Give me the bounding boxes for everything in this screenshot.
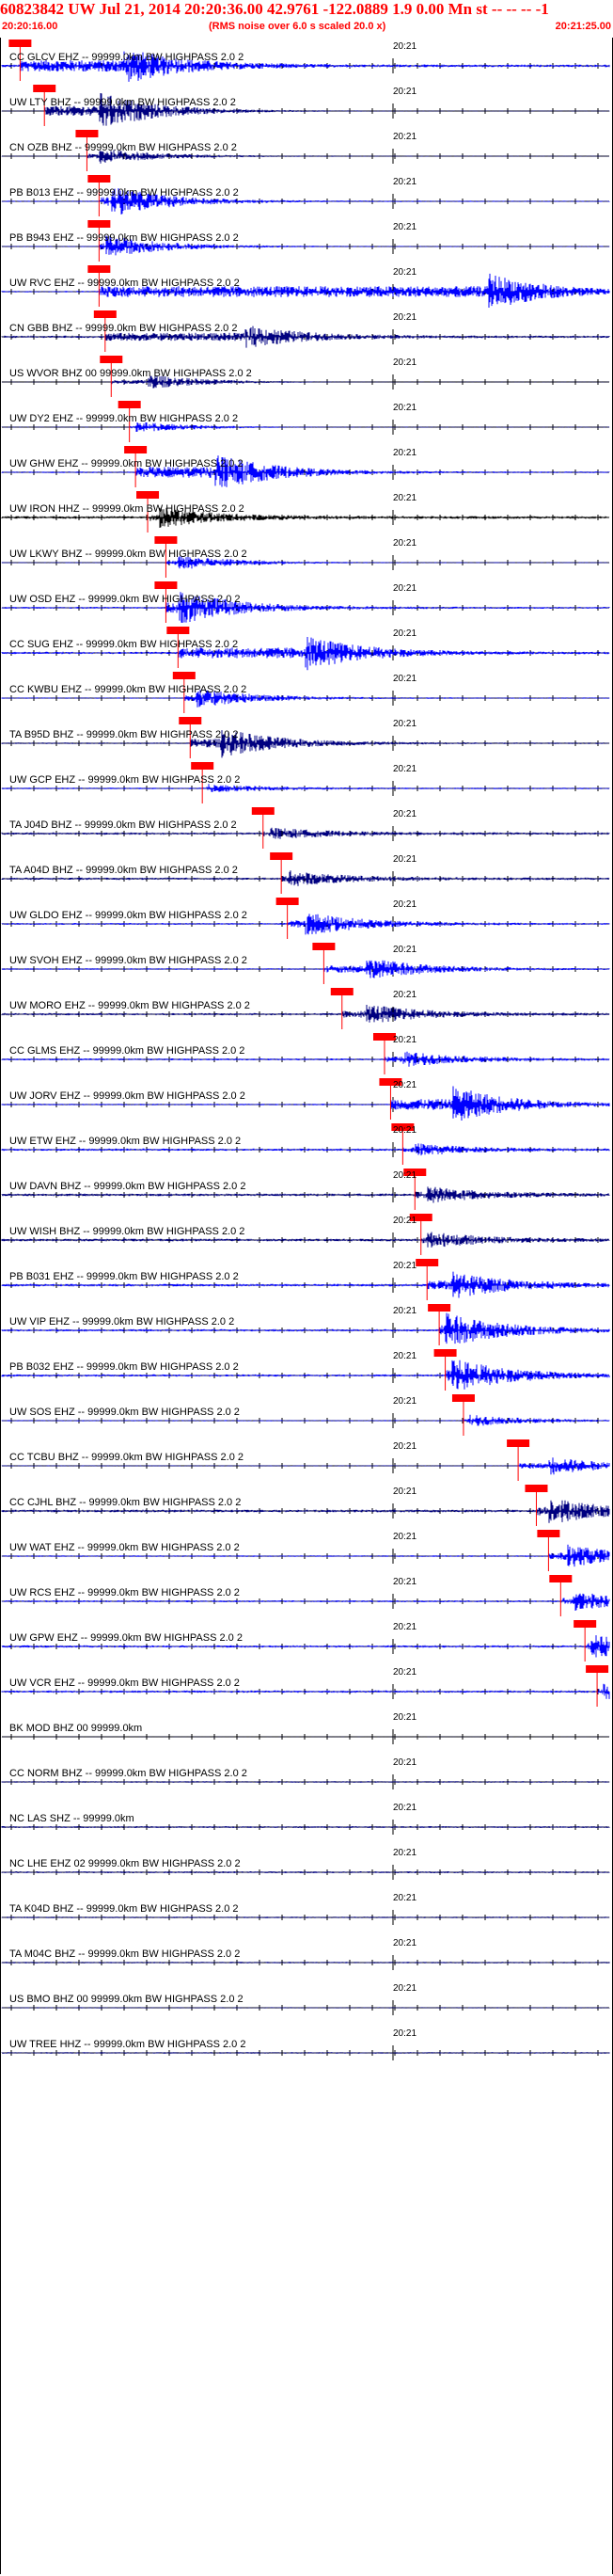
trace-label: UW IRON HHZ -- 99999.0km BW HIGHPASS 2.0… [9, 503, 244, 515]
trace-label: UW MORO EHZ -- 99999.0km BW HIGHPASS 2.0… [9, 1000, 250, 1011]
trace-label: UW LKWY BHZ -- 99999.0km BW HIGHPASS 2.0… [9, 549, 247, 560]
minute-label: 20:21 [393, 854, 417, 865]
trace-label: UW SOS EHZ -- 99999.0km BW HIGHPASS 2.0 … [9, 1407, 240, 1418]
trace-label: US WVOR BHZ 00 99999.0km BW HIGHPASS 2.0… [9, 368, 252, 379]
minute-label: 20:21 [393, 403, 417, 413]
trace-label: TA B95D BHZ -- 99999.0km BW HIGHPASS 2.0… [9, 729, 239, 740]
minute-label: 20:21 [393, 1125, 417, 1136]
trace-label: CN GBB BHZ -- 99999.0km BW HIGHPASS 2.0 … [9, 323, 238, 334]
minute-label: 20:21 [393, 1216, 417, 1226]
trace-label: NC LHE EHZ 02 99999.0km BW HIGHPASS 2.0 … [9, 1858, 241, 1869]
minute-label: 20:21 [393, 628, 417, 639]
minute-label: 20:21 [393, 312, 417, 323]
minute-label: 20:21 [393, 990, 417, 1000]
trace-label: UW ETW EHZ -- 99999.0km BW HIGHPASS 2.0 … [9, 1136, 242, 1147]
minute-label: 20:21 [393, 719, 417, 729]
minute-label: 20:21 [393, 1622, 417, 1632]
trace-label: UW GPW EHZ -- 99999.0km BW HIGHPASS 2.0 … [9, 1632, 243, 1644]
trace-label: UW VCR EHZ -- 99999.0km BW HIGHPASS 2.0 … [9, 1678, 240, 1689]
trace-label: UW DAVN BHZ -- 99999.0km BW HIGHPASS 2.0… [9, 1181, 246, 1192]
minute-label: 20:21 [393, 1306, 417, 1316]
minute-label: 20:21 [393, 1351, 417, 1361]
trace-label: UW RCS EHZ -- 99999.0km BW HIGHPASS 2.0 … [9, 1587, 240, 1598]
minute-label: 20:21 [393, 764, 417, 774]
minute-label: 20:21 [393, 1938, 417, 1948]
trace-label: PB B013 EHZ -- 99999.0km BW HIGHPASS 2.0… [9, 187, 239, 199]
trace-label: US BMO BHZ 00 99999.0km BW HIGHPASS 2.0 … [9, 1994, 244, 2005]
minute-label: 20:21 [393, 945, 417, 955]
minute-label: 20:21 [393, 809, 417, 819]
minute-label: 20:21 [393, 132, 417, 142]
trace-label: CN OZB BHZ -- 99999.0km BW HIGHPASS 2.0 … [9, 142, 237, 153]
trace-label: UW GLDO EHZ -- 99999.0km BW HIGHPASS 2.0… [9, 910, 247, 921]
trace-label: UW RVC EHZ -- 99999.0km BW HIGHPASS 2.0 … [9, 278, 240, 289]
minute-label: 20:21 [393, 583, 417, 594]
trace-label: PB B943 EHZ -- 99999.0km BW HIGHPASS 2.0… [9, 232, 239, 244]
minute-label: 20:21 [393, 1396, 417, 1407]
minute-label: 20:21 [393, 1803, 417, 1813]
trace-label: UW GHW EHZ -- 99999.0km BW HIGHPASS 2.0 … [9, 458, 244, 469]
minute-label: 20:21 [393, 1532, 417, 1542]
trace-label: UW TREE HHZ -- 99999.0km BW HIGHPASS 2.0… [9, 2039, 246, 2050]
trace-label: CC KWBU EHZ -- 99999.0km BW HIGHPASS 2.0… [9, 684, 247, 695]
trace-label: CC GLCV EHZ -- 99999.0km BW HIGHPASS 2.0… [9, 52, 244, 63]
minute-label: 20:21 [393, 222, 417, 232]
trace-label: UW WISH BHZ -- 99999.0km BW HIGHPASS 2.0… [9, 1226, 245, 1237]
minute-label: 20:21 [393, 1757, 417, 1768]
trace-label: UW DY2 EHZ -- 99999.0km BW HIGHPASS 2.0 … [9, 413, 239, 424]
minute-label: 20:21 [393, 358, 417, 368]
minute-label: 20:21 [393, 1035, 417, 1045]
minute-label: 20:21 [393, 538, 417, 549]
minute-label: 20:21 [393, 177, 417, 187]
trace-label: PB B032 EHZ -- 99999.0km BW HIGHPASS 2.0… [9, 1361, 239, 1373]
minute-label: 20:21 [393, 1983, 417, 1994]
minute-label: 20:21 [393, 1261, 417, 1271]
minute-label: 20:21 [393, 2028, 417, 2039]
trace-label: UW WAT EHZ -- 99999.0km BW HIGHPASS 2.0 … [9, 1542, 240, 1553]
minute-label: 20:21 [393, 1487, 417, 1497]
minute-label: 20:21 [393, 1577, 417, 1587]
trace-label: PB B031 EHZ -- 99999.0km BW HIGHPASS 2.0… [9, 1271, 239, 1282]
trace-label: UW LTY BHZ -- 99999.0km BW HIGHPASS 2.0 … [9, 97, 236, 108]
trace-label: CC TCBU BHZ -- 99999.0km BW HIGHPASS 2.0… [9, 1452, 244, 1463]
minute-label: 20:21 [393, 1667, 417, 1678]
minute-label: 20:21 [393, 1080, 417, 1090]
minute-label: 20:21 [393, 1848, 417, 1858]
minute-label: 20:21 [393, 448, 417, 458]
trace-label: TA J04D BHZ -- 99999.0km BW HIGHPASS 2.0… [9, 819, 237, 831]
trace-label: NC LAS SHZ -- 99999.0km [9, 1813, 134, 1824]
minute-label: 20:21 [393, 1170, 417, 1181]
trace-label: UW VIP EHZ -- 99999.0km BW HIGHPASS 2.0 … [9, 1316, 235, 1328]
trace-label: UW OSD EHZ -- 99999.0km BW HIGHPASS 2.0 … [9, 594, 241, 605]
trace-label: CC GLMS EHZ -- 99999.0km BW HIGHPASS 2.0… [9, 1045, 245, 1057]
minute-label: 20:21 [393, 41, 417, 52]
trace-label: CC SUG EHZ -- 99999.0km BW HIGHPASS 2.0 … [9, 639, 239, 650]
minute-label: 20:21 [393, 1893, 417, 1903]
minute-label: 20:21 [393, 87, 417, 97]
trace-label: TA K04D BHZ -- 99999.0km BW HIGHPASS 2.0… [9, 1903, 239, 1915]
trace-label: UW GCP EHZ -- 99999.0km BW HIGHPASS 2.0 … [9, 774, 241, 786]
minute-label: 20:21 [393, 674, 417, 684]
minute-label: 20:21 [393, 1712, 417, 1723]
minute-label: 20:21 [393, 899, 417, 910]
trace-label: TA A04D BHZ -- 99999.0km BW HIGHPASS 2.0… [9, 865, 238, 876]
trace-label: BK MOD BHZ 00 99999.0km [9, 1723, 143, 1734]
trace-labels: CC GLCV EHZ -- 99999.0km BW HIGHPASS 2.0… [0, 0, 613, 2576]
trace-label: UW JORV EHZ -- 99999.0km BW HIGHPASS 2.0… [9, 1090, 245, 1102]
minute-label: 20:21 [393, 1441, 417, 1452]
trace-label: CC CJHL BHZ -- 99999.0km BW HIGHPASS 2.0… [9, 1497, 242, 1508]
minute-label: 20:21 [393, 267, 417, 278]
trace-label: UW SVOH EHZ -- 99999.0km BW HIGHPASS 2.0… [9, 955, 247, 966]
trace-label: TA M04C BHZ -- 99999.0km BW HIGHPASS 2.0… [9, 1948, 241, 1960]
trace-label: CC NORM BHZ -- 99999.0km BW HIGHPASS 2.0… [9, 1768, 247, 1779]
minute-label: 20:21 [393, 493, 417, 503]
